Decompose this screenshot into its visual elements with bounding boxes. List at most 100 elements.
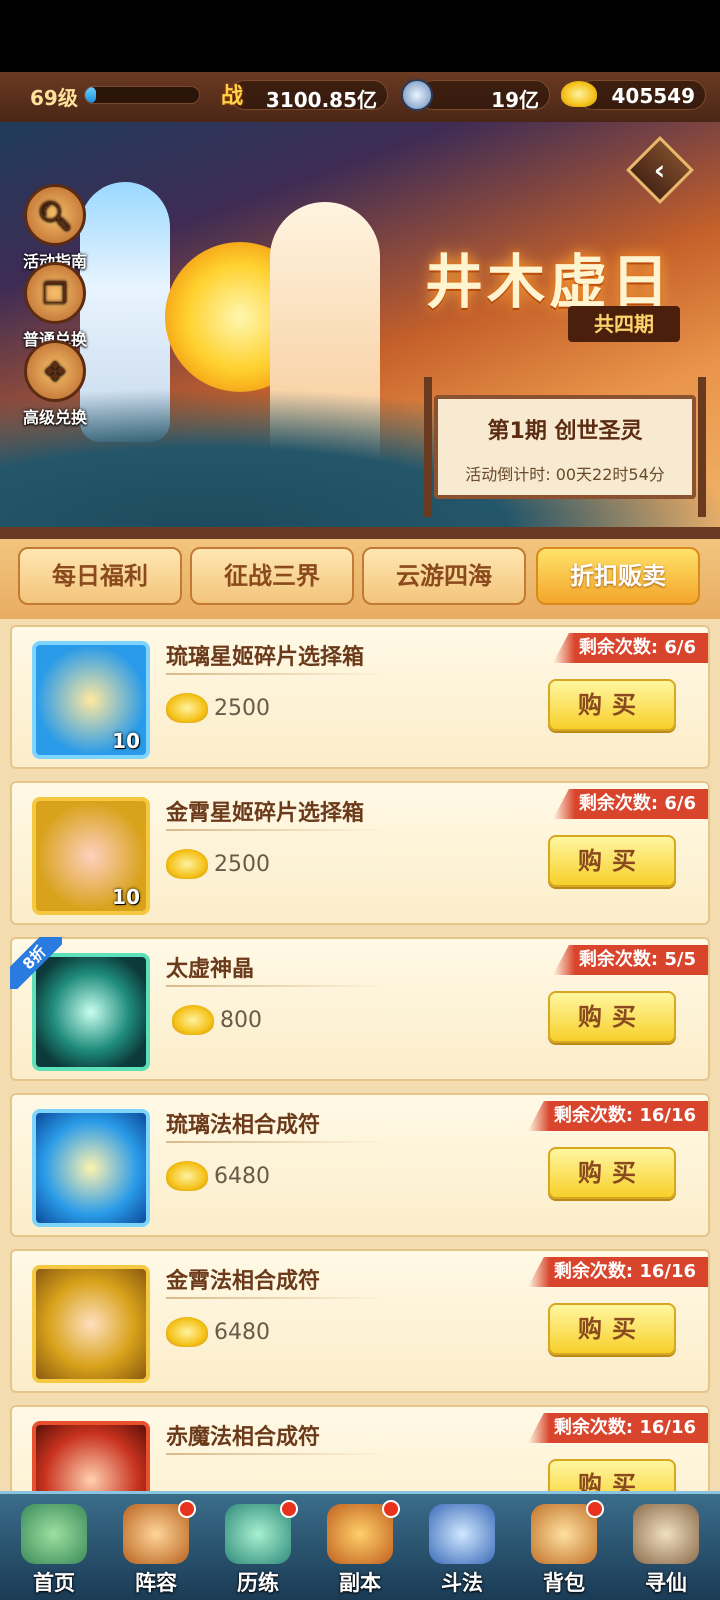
- nav-label: 副本: [339, 1571, 381, 1595]
- item-chest-gold-icon: 10: [32, 797, 150, 915]
- item-price: 2500: [166, 849, 270, 879]
- tab-wander-four-seas[interactable]: 云游四海: [362, 547, 526, 605]
- gold-ingot-icon: [166, 693, 208, 723]
- back-button[interactable]: ‹: [626, 136, 694, 204]
- shop-item-card: 8折 太虚神晶 800 剩余次数: 5/5 购买: [10, 937, 710, 1081]
- item-price: 2500: [166, 693, 270, 723]
- duel-sword-icon: [429, 1504, 495, 1564]
- item-price-value: 2500: [214, 695, 270, 721]
- buy-button[interactable]: 购买: [548, 991, 676, 1043]
- shop-item-card: 琉璃法相合成符 6480 剩余次数: 16/16 购买: [10, 1093, 710, 1237]
- nav-lineup[interactable]: 阵容: [106, 1494, 206, 1600]
- discount-label: 8折: [10, 937, 62, 989]
- tab-bar: 每日福利 征战三界 云游四海 折扣贩卖: [0, 539, 720, 619]
- item-quantity: 10: [112, 885, 140, 909]
- gold-ingot-icon: [172, 1005, 214, 1035]
- item-name: 金霄星姬碎片选择箱: [166, 801, 365, 826]
- nav-label: 阵容: [135, 1571, 177, 1595]
- premium-exchange-label: 高级兑换: [22, 408, 87, 427]
- remaining-count-badge: 剩余次数: 6/6: [552, 789, 708, 819]
- discount-ribbon: 8折: [10, 937, 62, 989]
- item-name: 赤魔法相合成符: [166, 1425, 321, 1450]
- buy-button[interactable]: 购买: [548, 679, 676, 731]
- item-price-value: 6480: [214, 1319, 270, 1345]
- nav-training[interactable]: 历练: [208, 1494, 308, 1600]
- xp-bar-fill: [85, 87, 97, 103]
- coin-display[interactable]: 19亿: [401, 79, 550, 112]
- shop-item-card: 金霄法相合成符 6480 剩余次数: 16/16 购买: [10, 1249, 710, 1393]
- item-price: 6480: [166, 1317, 270, 1347]
- gold-ingot-icon: [166, 1317, 208, 1347]
- gift-box-icon: ❐: [24, 262, 86, 324]
- nav-seek-immortal[interactable]: 寻仙: [616, 1494, 716, 1600]
- gold-value: 405549: [611, 84, 696, 108]
- item-talisman-gold-icon: [32, 1265, 150, 1383]
- gold-ingot-icon: [561, 81, 597, 107]
- app-root: 69级 战 3100.85亿 19亿 405549 🔍︎ 活动指南 ❐ 普通兑换: [0, 0, 720, 1600]
- nav-dungeon[interactable]: 副本: [310, 1494, 410, 1600]
- power-icon: 战: [220, 84, 243, 109]
- buy-button[interactable]: 购买: [548, 1147, 676, 1199]
- buy-button[interactable]: 购买: [548, 835, 676, 887]
- banner-divider: [0, 527, 720, 539]
- event-banner: 🔍︎ 活动指南 ❐ 普通兑换 ❖ 高级兑换 ‹ 井木虚日 共四期 第1期 创世圣…: [0, 122, 720, 527]
- normal-exchange-button[interactable]: ❐ 普通兑换: [12, 262, 98, 350]
- nav-bag[interactable]: 背包: [514, 1494, 614, 1600]
- item-name: 琉璃星姬碎片选择箱: [166, 645, 365, 670]
- nav-label: 背包: [543, 1571, 585, 1595]
- magnifier-icon: 🔍︎: [24, 184, 86, 246]
- nav-label: 寻仙: [645, 1571, 687, 1595]
- notification-dot: [178, 1500, 196, 1518]
- coin-value: 19亿: [491, 88, 539, 112]
- period-title: 第1期 创世圣灵: [487, 419, 643, 444]
- event-countdown: 活动倒计时: 00天22时54分: [465, 465, 665, 484]
- tab-conquer-three-realms[interactable]: 征战三界: [190, 547, 354, 605]
- event-periods: 共四期: [568, 306, 680, 342]
- item-price: 800: [172, 1005, 262, 1035]
- nav-label: 斗法: [441, 1571, 483, 1595]
- shop-item-card: 10 金霄星姬碎片选择箱 2500 剩余次数: 6/6 购买: [10, 781, 710, 925]
- item-price-value: 2500: [214, 851, 270, 877]
- activity-guide-button[interactable]: 🔍︎ 活动指南: [12, 184, 98, 272]
- shop-item-list[interactable]: 10 琉璃星姬碎片选择箱 2500 剩余次数: 6/6 购买 10 金霄星姬碎片…: [0, 619, 720, 1491]
- scroll-icon: [633, 1504, 699, 1564]
- item-name: 金霄法相合成符: [166, 1269, 321, 1294]
- item-divider: [166, 829, 388, 831]
- gold-ingot-icon: [166, 1161, 208, 1191]
- tab-discount-sale[interactable]: 折扣贩卖: [536, 547, 700, 605]
- premium-gift-icon: ❖: [24, 340, 86, 402]
- item-talisman-blue-icon: [32, 1109, 150, 1227]
- notification-dot: [280, 1500, 298, 1518]
- event-info-board: 第1期 创世圣灵 活动倒计时: 00天22时54分: [424, 377, 706, 517]
- bottom-nav: 首页 阵容 历练 副本 斗法 背包 寻仙: [0, 1491, 720, 1600]
- premium-exchange-button[interactable]: ❖ 高级兑换: [12, 340, 98, 428]
- back-arrow-icon: ‹: [654, 153, 666, 187]
- item-name: 太虚神晶: [166, 957, 255, 982]
- power-display: 战 3100.85亿: [221, 80, 388, 112]
- gold-ingot-icon: [166, 849, 208, 879]
- tab-daily-welfare[interactable]: 每日福利: [18, 547, 182, 605]
- item-chest-blue-icon: 10: [32, 641, 150, 759]
- notification-dot: [586, 1500, 604, 1518]
- notification-dot: [382, 1500, 400, 1518]
- item-price: 6480: [166, 1161, 270, 1191]
- nav-home[interactable]: 首页: [4, 1494, 104, 1600]
- buy-button[interactable]: 购买: [548, 1459, 676, 1491]
- remaining-count-badge: 剩余次数: 6/6: [552, 633, 708, 663]
- home-mountain-icon: [21, 1504, 87, 1564]
- remaining-count-badge: 剩余次数: 16/16: [527, 1101, 708, 1131]
- buy-button[interactable]: 购买: [548, 1303, 676, 1355]
- shop-item-card: 10 琉璃星姬碎片选择箱 2500 剩余次数: 6/6 购买: [10, 625, 710, 769]
- coin-icon: [401, 79, 433, 111]
- item-divider: [166, 985, 388, 987]
- power-value: 3100.85亿: [265, 88, 377, 112]
- nav-duel[interactable]: 斗法: [412, 1494, 512, 1600]
- gold-display[interactable]: 405549: [561, 80, 706, 110]
- item-divider: [166, 1141, 388, 1143]
- item-price-value: 800: [220, 1007, 262, 1033]
- shop-item-card: 赤魔法相合成符 剩余次数: 16/16 购买: [10, 1405, 710, 1491]
- item-name: 琉璃法相合成符: [166, 1113, 321, 1138]
- item-divider: [166, 1297, 388, 1299]
- nav-label: 历练: [237, 1571, 279, 1595]
- nav-label: 首页: [33, 1571, 75, 1595]
